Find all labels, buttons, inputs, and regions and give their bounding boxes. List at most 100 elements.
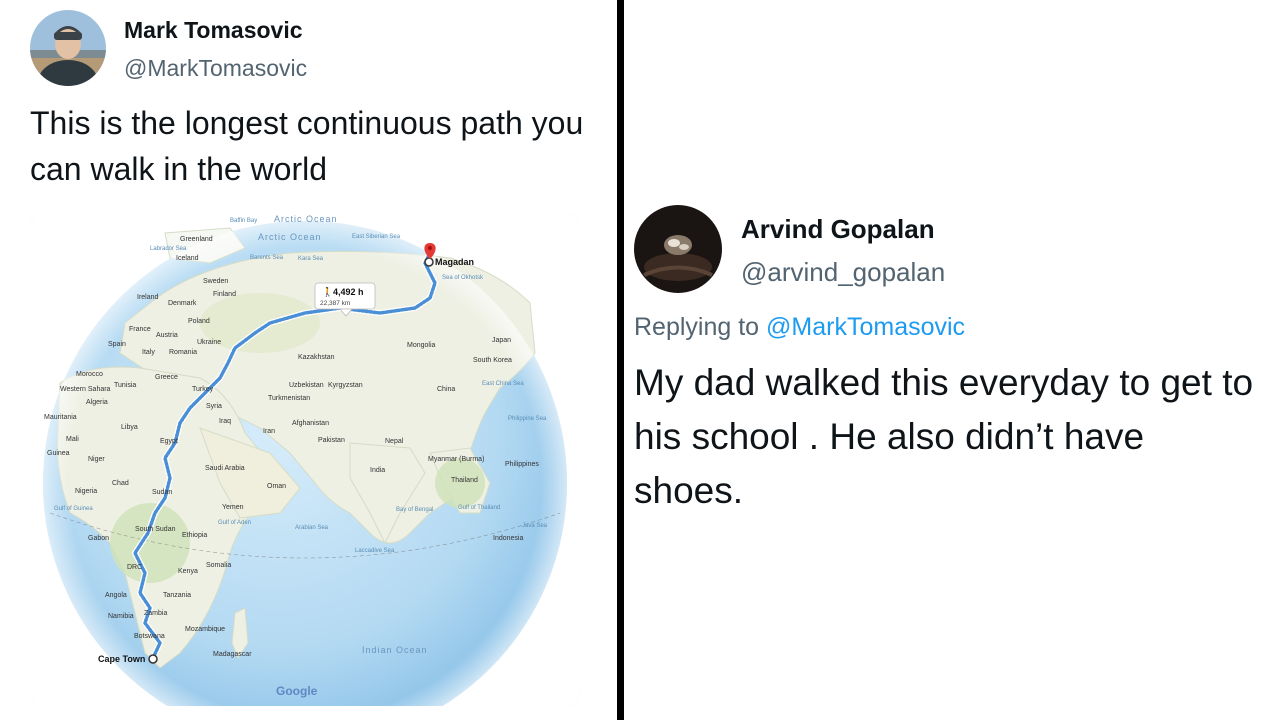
label-drc: DRC: [127, 564, 142, 571]
label-niger: Niger: [88, 456, 105, 463]
label-bay-of-bengal: Bay of Bengal: [396, 507, 433, 513]
label-turkmenistan: Turkmenistan: [268, 395, 310, 402]
label-philippines: Philippines: [505, 461, 539, 468]
label-mozambique: Mozambique: [185, 626, 225, 633]
label-cape-town: Cape Town: [98, 654, 145, 664]
tweet-text: This is the longest continuous path you …: [30, 105, 584, 187]
start-marker[interactable]: [148, 654, 158, 664]
label-italy: Italy: [142, 349, 155, 356]
label-arctic-ocean: Arctic Ocean: [274, 214, 338, 224]
label-south-korea: South Korea: [473, 357, 512, 364]
route-duration: 4,492 h: [333, 287, 364, 297]
author-handle[interactable]: @arvind_gopalan: [741, 257, 945, 288]
label-india: India: [370, 467, 385, 474]
label-finland: Finland: [213, 291, 236, 298]
label-laccadive-sea: Laccadive Sea: [355, 548, 395, 554]
author-name[interactable]: Mark Tomasovic: [124, 17, 303, 44]
label-spain: Spain: [108, 341, 126, 348]
route-distance: 22,387 km: [320, 300, 350, 307]
label-gulf-of-guinea: Gulf of Guinea: [54, 506, 93, 512]
label-gulf-of-aden: Gulf of Aden: [218, 520, 251, 526]
avatar[interactable]: [634, 205, 722, 293]
label-nigeria: Nigeria: [75, 488, 97, 495]
author-name[interactable]: Arvind Gopalan: [741, 214, 935, 245]
label-iran: Iran: [263, 428, 275, 435]
label-java-sea: Java Sea: [522, 523, 548, 529]
label-zambia: Zambia: [144, 610, 167, 617]
label-afghanistan: Afghanistan: [292, 420, 329, 427]
label-oman: Oman: [267, 483, 286, 490]
label-france: France: [129, 326, 151, 333]
label-romania: Romania: [169, 349, 197, 356]
label-yemen: Yemen: [222, 504, 244, 511]
label-tanzania: Tanzania: [163, 592, 191, 599]
label-philippine-sea: Philippine Sea: [508, 416, 547, 422]
label-greenland: Greenland: [180, 236, 213, 243]
end-marker[interactable]: [424, 257, 434, 267]
label-pakistan: Pakistan: [318, 437, 345, 444]
label-iraq: Iraq: [219, 418, 231, 425]
label-poland: Poland: [188, 318, 210, 325]
mention-link[interactable]: @MarkTomasovic: [766, 313, 965, 341]
label-western-sahara: Western Sahara: [60, 386, 111, 393]
label-nepal: Nepal: [385, 438, 404, 445]
label-arctic-ocean-2: Arctic Ocean: [258, 232, 322, 242]
label-guinea: Guinea: [47, 450, 70, 457]
label-syria: Syria: [206, 403, 222, 410]
label-indonesia: Indonesia: [493, 535, 523, 542]
label-china: China: [437, 386, 455, 393]
label-madagascar: Madagascar: [213, 651, 252, 658]
label-botswana: Botswana: [134, 633, 165, 640]
label-myanmar: Myanmar (Burma): [428, 456, 484, 463]
label-south-sudan: South Sudan: [135, 526, 176, 533]
label-austria: Austria: [156, 332, 178, 339]
label-gabon: Gabon: [88, 535, 109, 542]
label-arabian-sea: Arabian Sea: [295, 525, 329, 531]
google-watermark: Google: [276, 684, 318, 698]
label-magadan: Magadan: [435, 257, 474, 267]
label-sudan: Sudan: [152, 489, 172, 496]
label-angola: Angola: [105, 592, 127, 599]
label-kazakhstan: Kazakhstan: [298, 354, 335, 361]
label-turkey: Turkey: [192, 386, 214, 393]
label-indian-ocean: Indian Ocean: [362, 645, 428, 655]
map-image[interactable]: 🚶 4,492 h 22,387 km Cape Town Magadan Ar…: [30, 213, 580, 706]
label-mali: Mali: [66, 436, 79, 443]
label-sweden: Sweden: [203, 278, 228, 285]
label-egypt: Egypt: [160, 438, 178, 445]
label-east-siberian-sea: East Siberian Sea: [352, 234, 401, 240]
panel-divider: [617, 0, 624, 720]
label-ukraine: Ukraine: [197, 339, 221, 346]
label-denmark: Denmark: [168, 300, 197, 307]
label-japan: Japan: [492, 337, 511, 344]
label-algeria: Algeria: [86, 399, 108, 406]
label-tunisia: Tunisia: [114, 382, 136, 389]
label-baffin-bay: Baffin Bay: [230, 218, 257, 224]
label-somalia: Somalia: [206, 562, 231, 569]
label-kyrgyzstan: Kyrgyzstan: [328, 382, 363, 389]
label-thailand: Thailand: [451, 477, 478, 484]
author-handle[interactable]: @MarkTomasovic: [124, 55, 307, 82]
label-mongolia: Mongolia: [407, 342, 436, 349]
replying-to: Replying to @MarkTomasovic: [634, 313, 965, 342]
label-morocco: Morocco: [76, 371, 103, 378]
label-ireland: Ireland: [137, 294, 159, 301]
label-uzbekistan: Uzbekistan: [289, 382, 324, 389]
label-greece: Greece: [155, 374, 178, 381]
label-barents-sea: Barents Sea: [250, 255, 284, 261]
label-east-china-sea: East China Sea: [482, 381, 524, 387]
tweet-text: My dad walked this everyday to get to hi…: [634, 362, 1254, 511]
label-libya: Libya: [121, 424, 138, 431]
label-kara-sea: Kara Sea: [298, 256, 324, 262]
avatar[interactable]: [30, 10, 106, 86]
label-mauritania: Mauritania: [44, 414, 77, 421]
label-sea-of-okhotsk: Sea of Okhotsk: [442, 275, 484, 281]
label-chad: Chad: [112, 480, 129, 487]
label-namibia: Namibia: [108, 613, 134, 620]
replying-prefix: Replying to: [634, 313, 760, 341]
label-ethiopia: Ethiopia: [182, 532, 207, 539]
label-labrador-sea: Labrador Sea: [150, 246, 187, 252]
walk-icon: 🚶: [322, 286, 333, 298]
label-gulf-of-thailand: Gulf of Thailand: [458, 505, 500, 511]
label-saudi-arabia: Saudi Arabia: [205, 465, 245, 472]
